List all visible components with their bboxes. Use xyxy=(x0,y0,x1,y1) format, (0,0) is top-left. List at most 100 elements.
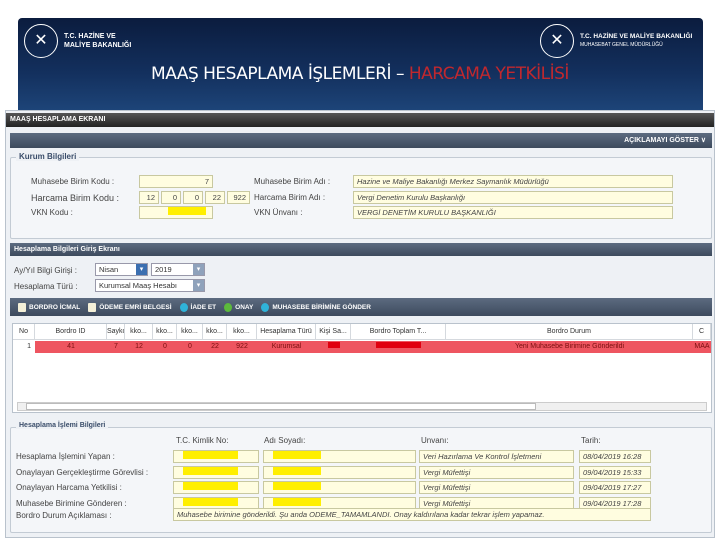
column-header[interactable]: C xyxy=(693,324,711,340)
return-icon xyxy=(179,302,188,312)
iade-et-button[interactable]: İADE ET xyxy=(179,300,217,315)
muhasebe-kodu-field[interactable]: 7 xyxy=(139,175,213,188)
onay-button[interactable]: ONAY xyxy=(224,300,253,315)
table-cell: 0 xyxy=(163,343,167,350)
column-header[interactable]: Bordro Durum xyxy=(446,324,693,340)
slide-title: MAAŞ HESAPLAMA İŞLEMLERİ – HARCAMA YETKİ… xyxy=(0,64,720,84)
button-label: ONAY xyxy=(235,303,254,311)
islem-legend: Hesaplama İşlemi Bilgileri xyxy=(16,422,109,429)
tc-kimlik-field[interactable] xyxy=(173,465,259,479)
redacted-value xyxy=(183,497,238,506)
column-header[interactable]: Saykod xyxy=(107,324,125,340)
title-main: MAAŞ HESAPLAMA İŞLEMLERİ – xyxy=(151,64,404,84)
vkn-unvan-label: VKN Ünvanı : xyxy=(254,208,303,217)
tc-kimlik-field[interactable] xyxy=(173,481,259,494)
harcama-kodu-field[interactable]: 12 xyxy=(139,191,159,204)
app-screenshot: MAAŞ HESAPLAMA EKRANI AÇIKLAMAYI GÖSTER … xyxy=(5,110,715,538)
harcama-kodu-field[interactable]: 22 xyxy=(205,191,225,204)
tc-kimlik-field[interactable] xyxy=(173,450,259,463)
harcama-kodu-field[interactable]: 922 xyxy=(227,191,250,204)
col-ad-header: Adı Soyadı: xyxy=(264,436,306,445)
harcama-kodu-field[interactable]: 0 xyxy=(183,191,203,204)
year-value: 2019 xyxy=(155,265,172,274)
toggle-description-button[interactable]: AÇIKLAMAYI GÖSTER ∨ xyxy=(10,133,712,148)
redacted-value xyxy=(183,482,238,490)
action-toolbar: BORDRO İCMAL ÖDEME EMRİ BELGESİ İADE ET … xyxy=(10,298,712,316)
tarih-field[interactable]: 09/04/2019 15:33 xyxy=(579,465,651,479)
scrollbar-thumb[interactable] xyxy=(26,403,536,410)
column-header[interactable]: Hesaplama Türü xyxy=(257,324,316,340)
muhasebe-gonder-button[interactable]: MUHASEBE BİRİMİNE GÖNDER xyxy=(261,300,371,315)
button-label: ÖDEME EMRİ BELGESİ xyxy=(99,303,172,311)
column-header[interactable]: Bordro Toplam T... xyxy=(351,324,446,340)
vkn-field[interactable] xyxy=(139,206,213,219)
send-icon xyxy=(261,302,270,312)
ad-soyad-field[interactable] xyxy=(263,481,416,494)
ad-soyad-field[interactable] xyxy=(263,450,416,463)
table-cell xyxy=(351,341,446,353)
column-header[interactable]: No xyxy=(13,324,35,340)
column-header[interactable]: kko... xyxy=(227,324,257,340)
ad-soyad-field[interactable] xyxy=(263,465,416,479)
table-row-cells: 1 41 7 12 0 0 22 922 Kurumsal Yeni Muhasebe Birim… xyxy=(13,341,711,353)
redacted-value xyxy=(183,451,238,459)
hesaplama-turu-select[interactable]: Kurumsal Maaş Hesabı ▾ xyxy=(95,279,205,292)
table-cell: Kurumsal xyxy=(271,343,302,350)
redacted-value xyxy=(327,342,340,348)
odeme-emri-button[interactable]: ÖDEME EMRİ BELGESİ xyxy=(88,300,172,315)
column-header[interactable]: Kişi Sa... xyxy=(316,324,351,340)
screen-header: MAAŞ HESAPLAMA EKRANI xyxy=(6,113,714,127)
tarih-field[interactable]: 08/04/2019 16:28 xyxy=(579,450,651,463)
chevron-down-icon: ∨ xyxy=(700,137,706,144)
month-select[interactable]: Nisan ▾ xyxy=(95,263,148,276)
harcama-kodu-field[interactable]: 0 xyxy=(161,191,181,204)
button-label: MUHASEBE BİRİMİNE GÖNDER xyxy=(272,303,371,311)
islem-row-label: Muhasebe Birimine Gönderen : xyxy=(16,498,127,508)
col-tc-header: T.C. Kimlik No: xyxy=(176,436,229,445)
bordro-icmal-button[interactable]: BORDRO İCMAL xyxy=(18,300,80,315)
table-cell: 0 xyxy=(188,343,192,350)
durum-field[interactable]: Muhasebe birimine gönderildi. Şu anda OD… xyxy=(173,508,651,521)
horizontal-scrollbar[interactable] xyxy=(17,402,707,411)
document-icon xyxy=(88,302,97,312)
table-header: NoBordro IDSaykodkko...kko...kko...kko..… xyxy=(13,324,711,340)
unvan-field[interactable]: Veri Hazırlama Ve Kontrol İşletmeni xyxy=(419,450,574,463)
harcama-kodu-label: Harcama Birim Kodu : xyxy=(31,193,120,203)
muhasebe-adi-label: Muhasebe Birim Adı : xyxy=(254,177,331,186)
column-header[interactable]: Bordro ID xyxy=(35,324,107,340)
harcama-adi-field[interactable]: Vergi Denetim Kurulu Başkanlığı xyxy=(353,191,673,204)
tarih-field[interactable]: 09/04/2019 17:27 xyxy=(579,481,651,494)
kurum-legend: Kurum Bilgileri xyxy=(16,152,80,161)
table-cell: Yeni Muhasebe Birimine Gönderildi xyxy=(514,343,625,350)
islem-row-label: Onaylayan Harcama Yetkilisi : xyxy=(16,483,122,492)
ay-yil-label: Ay/Yıl Bilgi Girişi : xyxy=(14,266,77,275)
table-cell: 12 xyxy=(135,343,143,350)
chevron-down-icon: ▾ xyxy=(193,264,204,275)
muhasebe-adi-field[interactable]: Hazine ve Maliye Bakanlığı Merkez Sayman… xyxy=(353,175,673,188)
logo-right-line1: T.C. HAZİNE VE MALİYE BAKANLIĞI xyxy=(580,33,693,40)
title-highlight: HARCAMA YETKİLİSİ xyxy=(408,64,570,84)
ministry-seal-icon: ✕ xyxy=(540,24,574,58)
year-select[interactable]: 2019 ▾ xyxy=(151,263,205,276)
column-header[interactable]: kko... xyxy=(153,324,177,340)
logo-left-line2: MALİYE BAKANLIĞI xyxy=(64,42,132,49)
column-header[interactable]: kko... xyxy=(203,324,227,340)
vkn-unvan-field[interactable]: VERGİ DENETİM KURULU BAŞKANLIĞI xyxy=(353,206,673,219)
harcama-adi-label: Harcama Birim Adı : xyxy=(254,193,326,202)
chevron-down-icon: ▾ xyxy=(193,280,204,291)
unvan-field[interactable]: Vergi Müfettişi xyxy=(419,481,574,494)
bordro-table: NoBordro IDSaykodkko...kko...kko...kko..… xyxy=(12,323,712,413)
button-label: İADE ET xyxy=(190,303,217,311)
vkn-label: VKN Kodu : xyxy=(31,208,73,217)
redacted-value xyxy=(273,466,321,475)
logo-right-text: T.C. HAZİNE VE MALİYE BAKANLIĞI MUHASEBA… xyxy=(580,32,692,50)
check-icon xyxy=(224,302,233,312)
chevron-down-icon: ▾ xyxy=(136,264,147,275)
column-header[interactable]: kko... xyxy=(177,324,203,340)
islem-row-label: Hesaplama İşlemini Yapan : xyxy=(16,452,115,461)
durum-label: Bordro Durum Açıklaması : xyxy=(16,511,112,520)
redacted-value xyxy=(183,466,238,475)
column-header[interactable]: kko... xyxy=(125,324,153,340)
unvan-field[interactable]: Vergi Müfettişi xyxy=(419,465,574,479)
table-cell: MAA xyxy=(694,343,710,350)
